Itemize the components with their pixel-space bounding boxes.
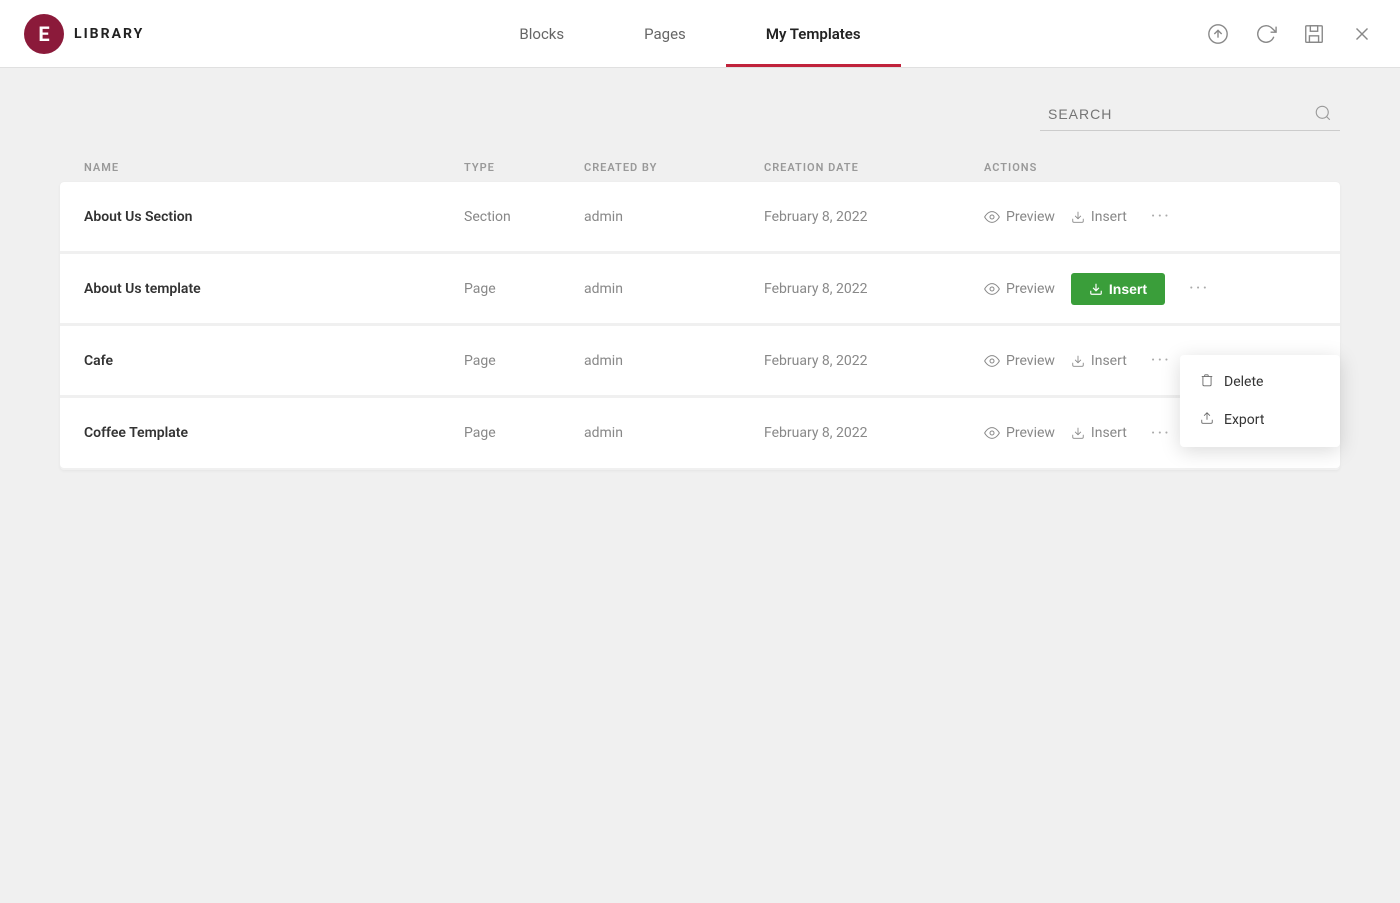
download-icon — [1071, 210, 1085, 224]
tab-my-templates[interactable]: My Templates — [726, 0, 901, 67]
search-wrapper — [1040, 98, 1340, 131]
preview-button[interactable]: Preview — [984, 281, 1055, 297]
search-icon[interactable] — [1314, 104, 1332, 126]
table-row: About Us Section Section admin February … — [60, 182, 1340, 252]
template-creation-date: February 8, 2022 — [764, 281, 984, 297]
template-name: About Us template — [84, 281, 464, 297]
more-actions-button[interactable]: ··· — [1151, 206, 1171, 227]
template-name: Coffee Template — [84, 425, 464, 441]
nav-tabs: Blocks Pages My Templates — [200, 0, 1180, 67]
refresh-icon[interactable] — [1252, 20, 1280, 48]
close-icon[interactable] — [1348, 20, 1376, 48]
template-actions: Preview Insert ··· — [984, 273, 1316, 305]
template-name: About Us Section — [84, 209, 464, 225]
more-actions-button[interactable]: ··· — [1189, 278, 1209, 299]
download-icon — [1071, 426, 1085, 440]
library-title: LIBRARY — [74, 26, 144, 42]
header: E LIBRARY Blocks Pages My Templates — [0, 0, 1400, 68]
table-row: Coffee Template Page admin February 8, 2… — [60, 398, 1340, 468]
delete-label: Delete — [1224, 374, 1263, 390]
export-icon — [1200, 411, 1214, 429]
col-name: NAME — [84, 161, 464, 174]
template-type: Page — [464, 425, 584, 441]
dropdown-menu: Delete Export — [1180, 355, 1340, 447]
template-created-by: admin — [584, 425, 764, 441]
template-created-by: admin — [584, 281, 764, 297]
download-icon — [1071, 354, 1085, 368]
more-actions-button[interactable]: ··· — [1151, 423, 1171, 444]
eye-icon — [984, 281, 1000, 297]
col-actions: ACTIONS — [984, 161, 1316, 174]
search-container — [60, 98, 1340, 131]
preview-button[interactable]: Preview — [984, 425, 1055, 441]
preview-button[interactable]: Preview — [984, 353, 1055, 369]
delete-menu-item[interactable]: Delete — [1180, 363, 1340, 401]
template-creation-date: February 8, 2022 — [764, 425, 984, 441]
template-type: Page — [464, 281, 584, 297]
trash-icon — [1200, 373, 1214, 391]
template-created-by: admin — [584, 353, 764, 369]
template-name: Cafe — [84, 353, 464, 369]
search-input[interactable] — [1040, 98, 1340, 131]
eye-icon — [984, 353, 1000, 369]
template-creation-date: February 8, 2022 — [764, 353, 984, 369]
tab-blocks[interactable]: Blocks — [479, 0, 604, 67]
upload-icon[interactable] — [1204, 20, 1232, 48]
template-creation-date: February 8, 2022 — [764, 209, 984, 225]
template-table: About Us Section Section admin February … — [60, 182, 1340, 470]
tab-pages[interactable]: Pages — [604, 0, 726, 67]
save-icon[interactable] — [1300, 20, 1328, 48]
more-actions-button[interactable]: ··· — [1151, 350, 1171, 371]
table-header: NAME TYPE CREATED BY CREATION DATE ACTIO… — [60, 161, 1340, 174]
insert-button[interactable]: Insert — [1071, 353, 1127, 369]
template-created-by: admin — [584, 209, 764, 225]
col-creation-date: CREATION DATE — [764, 161, 984, 174]
table-row: Cafe Page admin February 8, 2022 Preview — [60, 326, 1340, 396]
eye-icon — [984, 425, 1000, 441]
insert-active-button[interactable]: Insert — [1071, 273, 1165, 305]
export-menu-item[interactable]: Export — [1180, 401, 1340, 439]
col-type: TYPE — [464, 161, 584, 174]
table-row: About Us template Page admin February 8,… — [60, 254, 1340, 324]
template-actions: Preview Insert ··· — [984, 206, 1316, 227]
elementor-logo: E — [24, 14, 64, 54]
header-actions — [1180, 20, 1400, 48]
template-type: Page — [464, 353, 584, 369]
insert-button[interactable]: Insert — [1071, 209, 1127, 225]
eye-icon — [984, 209, 1000, 225]
template-type: Section — [464, 209, 584, 225]
logo-area: E LIBRARY — [0, 14, 200, 54]
insert-button[interactable]: Insert — [1071, 425, 1127, 441]
download-icon-active — [1089, 282, 1103, 296]
preview-button[interactable]: Preview — [984, 209, 1055, 225]
export-label: Export — [1224, 412, 1264, 428]
col-created-by: CREATED BY — [584, 161, 764, 174]
